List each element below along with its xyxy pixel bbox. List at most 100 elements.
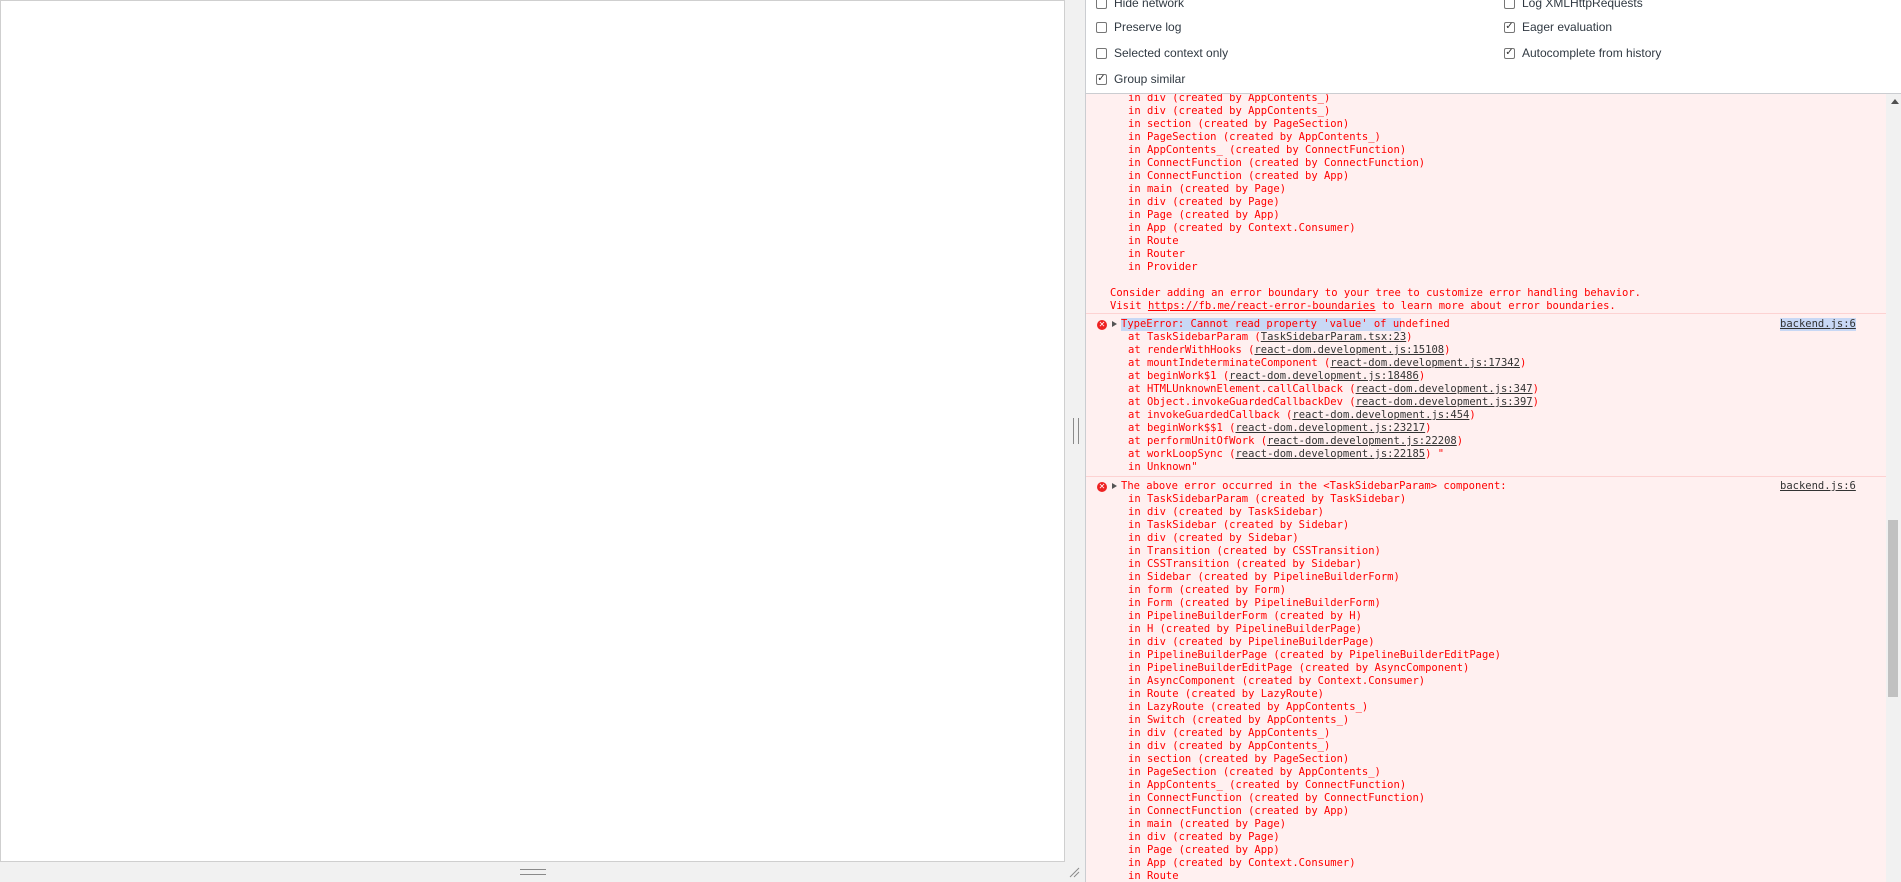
stack-line: in div (created by AppContents_) <box>1128 740 1331 752</box>
hide-network-checkbox[interactable] <box>1096 0 1107 9</box>
frame-source-link[interactable]: react-dom.development.js:15108 <box>1254 344 1444 356</box>
frame-source-link[interactable]: react-dom.development.js:23217 <box>1235 422 1425 434</box>
page-viewport <box>0 0 1065 862</box>
stack-frame: at beginWork$$1 (react-dom.development.j… <box>1128 422 1539 435</box>
frame-source-link[interactable]: TaskSidebarParam.tsx:23 <box>1261 331 1406 343</box>
stack-line: in div (created by PipelineBuilderPage) <box>1128 636 1375 648</box>
hide-network-option[interactable]: Hide network <box>1096 0 1184 11</box>
stack-line: in section (created by PageSection) <box>1128 753 1350 765</box>
stack-line: in LazyRoute (created by AppContents_) <box>1128 701 1369 713</box>
preserve-log-option[interactable]: Preserve log <box>1096 19 1181 35</box>
stack-frame: at TaskSidebarParam (TaskSidebarParam.ts… <box>1128 331 1539 344</box>
eager-evaluation-option[interactable]: ✓ Eager evaluation <box>1504 19 1612 35</box>
option-label: Hide network <box>1114 0 1185 10</box>
frame-source-link[interactable]: react-dom.development.js:397 <box>1356 396 1533 408</box>
source-link[interactable]: backend.js:6 <box>1780 480 1856 493</box>
stack-line: in section (created by PageSection) <box>1128 118 1350 130</box>
option-label: Eager evaluation <box>1522 20 1613 34</box>
boundary-hint-link-line: Visit https://fb.me/react-error-boundari… <box>1110 300 1616 312</box>
stack-line: in Switch (created by AppContents_) <box>1128 714 1350 726</box>
stack-line: in div (created by AppContents_) <box>1128 94 1331 104</box>
stack-trace: at TaskSidebarParam (TaskSidebarParam.ts… <box>1121 331 1539 474</box>
stack-line: in PageSection (created by AppContents_) <box>1128 766 1381 778</box>
source-link[interactable]: backend.js:6 <box>1780 318 1856 331</box>
stack-line: in App (created by Context.Consumer) <box>1128 222 1356 234</box>
stack-line: in ConnectFunction (created by App) <box>1128 805 1350 817</box>
eager-evaluation-checkbox[interactable]: ✓ <box>1504 21 1515 33</box>
stack-line: in div (created by TaskSidebar) <box>1128 506 1324 518</box>
stack-line: in Route (created by LazyRoute) <box>1128 688 1324 700</box>
devtools-panel: Hide network Preserve log Selected conte… <box>1085 0 1901 882</box>
console-messages: in div (created by AppContents_) in div (… <box>1086 94 1886 882</box>
error-message[interactable]: TypeError: Cannot read property 'value' … <box>1121 318 1450 331</box>
stack-line: in Sidebar (created by PipelineBuilderFo… <box>1128 571 1400 583</box>
stack-line: in H (created by PipelineBuilderPage) <box>1128 623 1362 635</box>
frame-source-link[interactable]: react-dom.development.js:347 <box>1356 383 1533 395</box>
stack-line: in PageSection (created by AppContents_) <box>1128 131 1381 143</box>
error-message[interactable]: The above error occurred in the <TaskSid… <box>1121 480 1507 493</box>
stack-line: in div (created by Sidebar) <box>1128 532 1299 544</box>
option-label: Group similar <box>1114 72 1186 86</box>
stack-line: in Route <box>1128 870 1179 882</box>
frame-text: ) <box>1444 344 1451 356</box>
frame-text: at workLoopSync ( <box>1128 448 1236 460</box>
stack-line: in CSSTransition (created by Sidebar) <box>1128 558 1362 570</box>
frame-text: ) <box>1532 383 1539 395</box>
log-xhr-checkbox[interactable] <box>1504 0 1515 9</box>
stack-frame: at workLoopSync (react-dom.development.j… <box>1128 448 1539 461</box>
autocomplete-history-checkbox[interactable]: ✓ <box>1504 47 1515 59</box>
frame-source-link[interactable]: react-dom.development.js:454 <box>1292 409 1469 421</box>
error-boundaries-link[interactable]: https://fb.me/react-error-boundaries <box>1148 300 1376 312</box>
expand-triangle-icon[interactable] <box>1112 321 1117 327</box>
bottom-resize-handle[interactable] <box>520 869 546 875</box>
stack-line: in PipelineBuilderForm (created by H) <box>1128 610 1362 622</box>
frame-text: ) <box>1418 370 1426 382</box>
stack-line: in ConnectFunction (created by ConnectFu… <box>1128 792 1426 804</box>
boundary-hint-line: Consider adding an error boundary to you… <box>1110 287 1642 299</box>
console-settings: Hide network Preserve log Selected conte… <box>1086 0 1901 94</box>
selected-context-checkbox[interactable] <box>1096 47 1107 59</box>
stack-line: in App (created by Context.Consumer) <box>1128 857 1356 869</box>
preserve-log-checkbox[interactable] <box>1096 21 1107 33</box>
group-similar-checkbox[interactable]: ✓ <box>1096 73 1107 85</box>
log-xhr-option[interactable]: Log XMLHttpRequests <box>1504 0 1643 11</box>
stack-line: in TaskSidebar (created by Sidebar) <box>1128 519 1350 531</box>
corner-resize-icon[interactable] <box>1068 866 1080 878</box>
option-label: Preserve log <box>1114 20 1182 34</box>
frame-text: at renderWithHooks ( <box>1128 344 1255 356</box>
frame-text: ) " <box>1425 448 1445 460</box>
expand-triangle-icon[interactable] <box>1112 483 1117 489</box>
frame-source-link[interactable]: react-dom.development.js:18486 <box>1229 370 1419 382</box>
stack-line: in div (created by Page) <box>1128 196 1280 208</box>
frame-source-link[interactable]: react-dom.development.js:22208 <box>1267 435 1457 447</box>
stack-line: in Form (created by PipelineBuilderForm) <box>1128 597 1381 609</box>
autocomplete-history-option[interactable]: ✓ Autocomplete from history <box>1504 45 1661 61</box>
console-scrollbar[interactable] <box>1886 94 1901 882</box>
frame-text: at HTMLUnknownElement.callCallback ( <box>1128 383 1356 395</box>
stack-frame: at mountIndeterminateComponent (react-do… <box>1128 357 1539 370</box>
selected-context-option[interactable]: Selected context only <box>1096 45 1228 61</box>
error-icon: ✕ <box>1097 482 1107 492</box>
stack-line: in Page (created by App) <box>1128 844 1280 856</box>
frame-text: at beginWork$$1 ( <box>1128 422 1236 434</box>
message-divider <box>1086 476 1886 477</box>
frame-text: ) <box>1519 357 1527 369</box>
stack-frame: at HTMLUnknownElement.callCallback (reac… <box>1128 383 1539 396</box>
stack-line: in div (created by AppContents_) <box>1128 105 1331 117</box>
scrollbar-thumb[interactable] <box>1888 520 1898 697</box>
scroll-up-icon[interactable] <box>1891 99 1899 104</box>
split-resize-handle[interactable] <box>1073 418 1079 444</box>
stack-frame: at invokeGuardedCallback (react-dom.deve… <box>1128 409 1539 422</box>
stack-line: in Transition (created by CSSTransition) <box>1128 545 1381 557</box>
frame-text: at Object.invokeGuardedCallbackDev ( <box>1128 396 1356 408</box>
group-similar-option[interactable]: ✓ Group similar <box>1096 71 1185 87</box>
frame-text: ) <box>1425 422 1432 434</box>
frame-source-link[interactable]: react-dom.development.js:17342 <box>1330 357 1520 369</box>
frame-text: at invokeGuardedCallback ( <box>1128 409 1293 421</box>
stack-line: in main (created by Page) <box>1128 183 1287 195</box>
stack-frame: in Unknown" <box>1128 461 1539 474</box>
stack-line: in div (created by AppContents_) <box>1128 727 1331 739</box>
stack-line: in TaskSidebarParam (created by TaskSide… <box>1128 493 1407 505</box>
frame-text: at performUnitOfWork ( <box>1128 435 1268 447</box>
frame-source-link[interactable]: react-dom.development.js:22185 <box>1235 448 1425 460</box>
